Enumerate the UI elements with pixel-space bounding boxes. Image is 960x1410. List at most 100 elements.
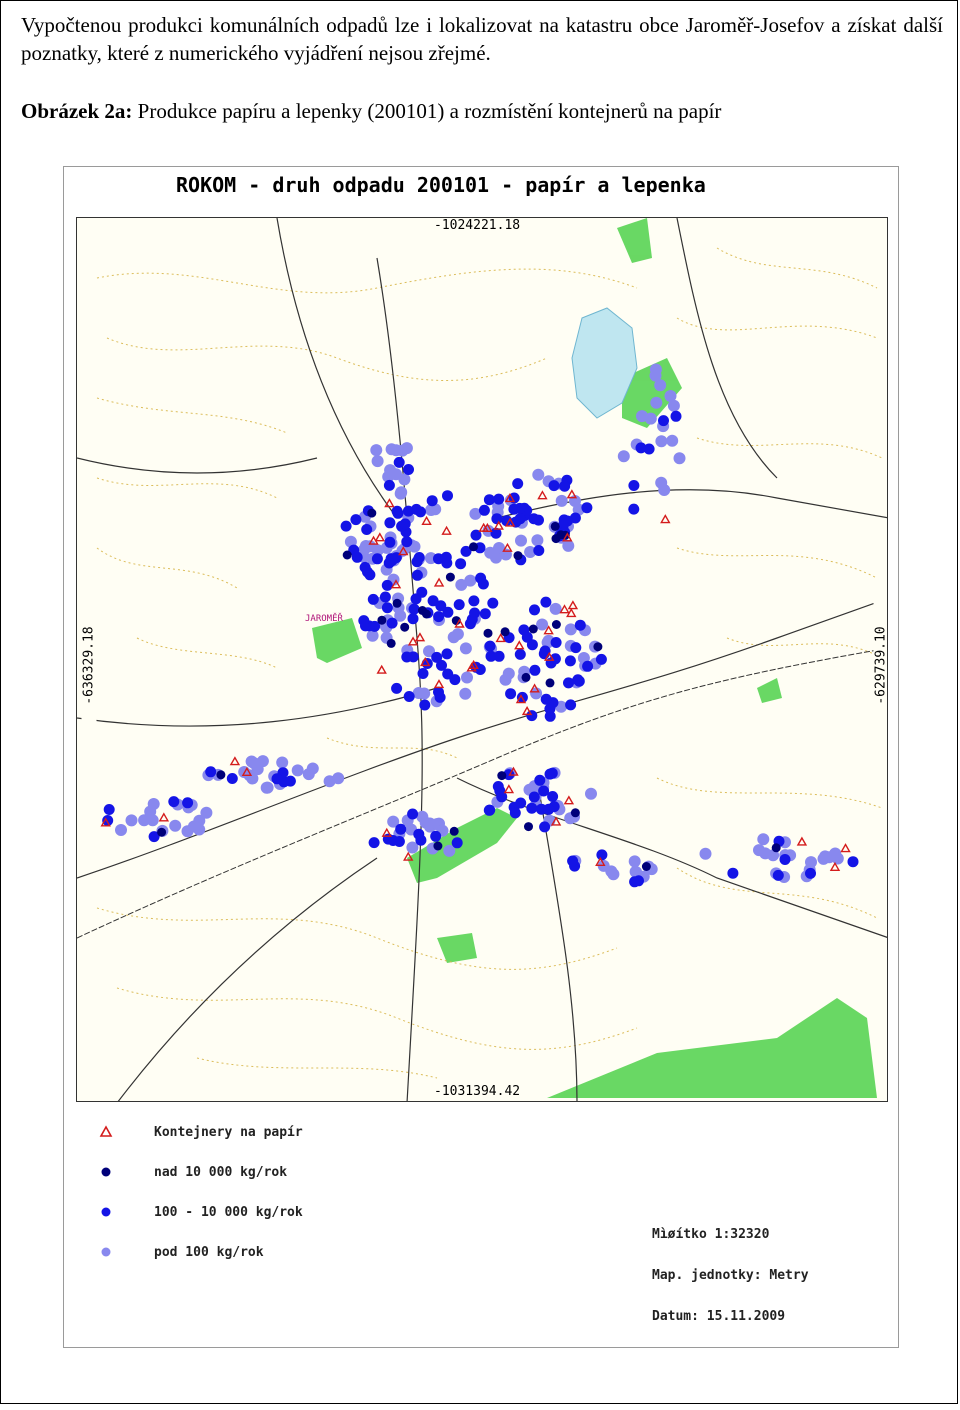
dot-over-10000 [570,808,580,818]
coord-bottom: -1031394.42 [432,1084,523,1099]
dot-100-10000 [483,494,495,506]
dot-100-10000 [469,607,481,619]
dot-100-10000 [526,639,538,651]
dot-under-100 [585,787,597,800]
dot-100-10000 [565,699,577,711]
dot-100-10000 [271,773,283,785]
dot-under-100 [464,574,477,587]
green-field-north [617,218,652,263]
dot-over-10000 [157,827,167,837]
dot-100-10000 [515,797,527,809]
green-field-east [757,678,782,703]
dot-100-10000 [442,490,453,502]
dot-100-10000 [573,675,585,687]
dot-100-10000 [427,595,439,607]
dot-over-10000 [433,841,443,851]
dot-100-10000 [559,480,571,492]
dot-100-10000 [528,791,540,803]
dot-under-100 [650,396,663,409]
container-triangle [537,490,548,500]
dot-100-10000 [383,479,395,491]
dot-under-100 [260,781,273,794]
dot-100-10000 [550,637,562,648]
dot-100-10000 [509,807,521,819]
dot-over-10000 [377,615,387,625]
coord-top: -1024221.18 [432,218,523,233]
dot-over-10000 [449,826,459,836]
dot-100-10000 [413,552,425,563]
dot-under-100 [617,450,630,463]
dot-100-10000 [408,603,420,615]
dot-100-10000 [451,837,463,849]
caption-label: Obrázek 2a: [21,99,133,123]
container-triangle [840,843,851,853]
figure-caption: Obrázek 2a: Produkce papíru a lepenky (2… [21,97,951,125]
dot-100-10000 [381,602,393,614]
dot-over-10000 [593,642,603,652]
dot-100-10000 [564,655,576,667]
legend-label: pod 100 kg/rok [154,1244,264,1260]
dot-100-10000 [371,553,383,565]
dot-under-100 [673,452,686,465]
dot-100-10000 [596,849,608,861]
dot-under-100 [200,806,213,819]
container-triangle [566,607,577,618]
roads [77,218,887,1101]
dot-100-10000 [539,821,551,833]
dot-100-10000 [629,876,641,888]
caption-text: Produkce papíru a lepenky (200101) a roz… [132,99,722,123]
dot-100-10000 [205,766,217,778]
dot-100-10000 [440,551,452,563]
dot-under-100 [628,855,641,868]
dot-100-10000 [386,617,398,629]
dot-100-10000 [582,660,594,672]
dot-100-10000 [567,855,579,867]
dot-over-10000 [545,678,555,688]
dot-under-100 [699,847,712,860]
dot-100-10000 [772,869,784,881]
dot-under-100 [499,673,512,686]
dot-100-10000 [383,557,395,569]
legend-label: Kontejnery na papír [154,1124,303,1140]
dot-100-10000 [544,768,556,780]
dot-under-100 [370,444,383,457]
dot-under-100 [461,671,473,684]
dot-under-100 [400,442,413,455]
coord-right: -629739.10 [873,593,887,738]
dot-100-10000 [534,774,546,786]
dot-100-10000 [514,648,526,660]
dot-100-10000 [628,480,640,491]
dot-100-10000 [581,502,593,514]
dot-under-100 [447,631,460,644]
dot-under-100 [323,775,336,788]
legend-row-over-10000: nad 10 000 kg/rok [94,1162,287,1182]
dot-100-10000 [411,569,423,581]
dot-100-10000 [543,803,555,815]
dot-100-10000 [455,558,467,570]
dot-100-10000 [529,604,540,616]
container-triangle [503,784,515,794]
dot-over-10000 [469,542,478,552]
dot-100-10000 [399,518,411,530]
dot-100-10000 [479,608,491,620]
dot-100-10000 [538,785,550,797]
dot-100-10000 [284,775,296,787]
dot-100-10000 [340,520,352,532]
dot-100-10000 [468,595,480,607]
dot-100-10000 [103,804,115,815]
dot-100-10000 [401,651,413,663]
dot-under-100 [658,484,671,496]
dot-100-10000 [379,591,391,603]
dot-100-10000 [526,802,538,814]
dot-100-10000 [441,648,453,660]
dot-100-10000 [426,495,438,507]
map-units: Map. jednotky: Metry [652,1268,809,1283]
dot-100-10000 [226,773,238,784]
dot-over-10000 [400,622,410,632]
dot-over-10000 [550,521,560,531]
dot-100-10000 [395,823,407,835]
legend-label: 100 - 10 000 kg/rok [154,1204,303,1220]
dot-100-10000 [483,804,495,816]
dot-over-10000 [528,624,538,634]
dot-100-10000 [493,650,505,662]
